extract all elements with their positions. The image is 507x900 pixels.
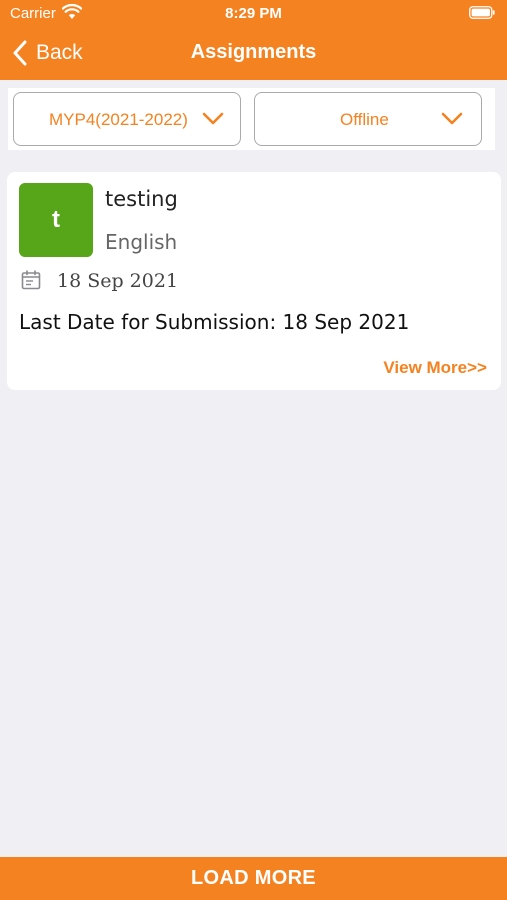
header: Carrier 8:29 PM Back Assignments bbox=[0, 0, 507, 80]
clock: 8:29 PM bbox=[225, 5, 282, 22]
submission-deadline: Last Date for Submission: 18 Sep 2021 bbox=[19, 310, 410, 334]
chevron-down-icon bbox=[441, 112, 463, 125]
avatar: t bbox=[19, 183, 93, 257]
battery-icon bbox=[469, 6, 495, 19]
year-dropdown-value: MYP4(2021-2022) bbox=[49, 110, 188, 129]
view-more-link[interactable]: View More>> bbox=[383, 358, 487, 378]
load-more-button[interactable]: LOAD MORE bbox=[0, 857, 507, 900]
chevron-down-icon bbox=[202, 112, 224, 125]
year-dropdown[interactable]: MYP4(2021-2022) bbox=[13, 92, 241, 146]
assignment-title: testing bbox=[105, 187, 178, 211]
page-title: Assignments bbox=[190, 41, 317, 63]
assignment-subject: English bbox=[105, 230, 178, 254]
navigation-bar: Back Assignments bbox=[0, 30, 507, 74]
calendar-icon bbox=[21, 270, 41, 290]
filter-bar: MYP4(2021-2022) Offline bbox=[8, 88, 495, 150]
status-bar: Carrier 8:29 PM bbox=[0, 0, 507, 28]
assignment-date: 18 Sep 2021 bbox=[57, 270, 179, 292]
mode-dropdown[interactable]: Offline bbox=[254, 92, 482, 146]
assignment-card[interactable]: t testing English 18 Sep 2021 Last Date … bbox=[7, 172, 501, 390]
assignments-screen: Carrier 8:29 PM Back Assignments MYP4(20… bbox=[0, 0, 507, 900]
mode-dropdown-value: Offline bbox=[340, 110, 389, 129]
